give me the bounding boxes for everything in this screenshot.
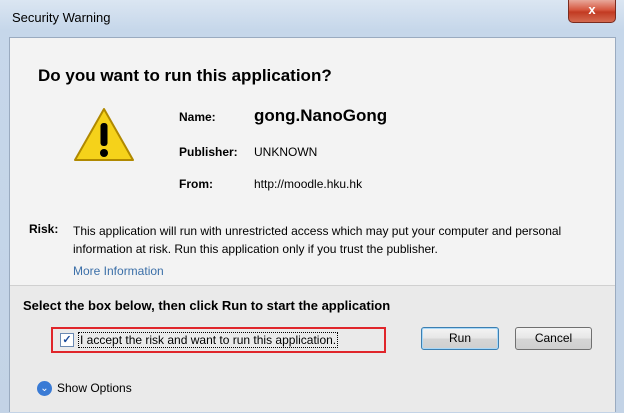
action-panel: Select the box below, then click Run to … (10, 285, 615, 412)
name-label: Name: (179, 110, 216, 124)
instruction-heading: Select the box below, then click Run to … (23, 298, 391, 313)
publisher-label: Publisher: (179, 145, 238, 159)
show-options-label: Show Options (57, 381, 132, 395)
from-value: http://moodle.hku.hk (254, 177, 363, 191)
more-information-link[interactable]: More Information (73, 264, 164, 278)
risk-label: Risk: (29, 222, 59, 236)
cancel-button[interactable]: Cancel (515, 327, 592, 350)
warning-icon (74, 108, 134, 161)
chevron-down-icon: ⌄ (37, 381, 52, 397)
close-button[interactable]: x (568, 0, 616, 23)
accept-risk-highlight: ✓ I accept the risk and want to run this… (51, 327, 386, 353)
dialog-heading: Do you want to run this application? (38, 66, 332, 85)
show-options-toggle[interactable]: ⌄ Show Options (37, 381, 132, 397)
accept-risk-label[interactable]: I accept the risk and want to run this a… (78, 332, 339, 348)
title-bar: Security Warning x (0, 0, 624, 38)
dialog-content: Do you want to run this application? Nam… (9, 37, 616, 412)
window-title: Security Warning (12, 10, 111, 25)
risk-description: This application will run with unrestric… (73, 224, 562, 256)
application-name: gong.NanoGong (254, 106, 388, 125)
from-label: From: (179, 177, 213, 191)
publisher-value: UNKNOWN (254, 145, 318, 159)
accept-risk-checkbox[interactable]: ✓ (60, 333, 74, 347)
security-warning-window: Security Warning x Do you want to run th… (0, 0, 624, 413)
run-button[interactable]: Run (421, 327, 499, 350)
